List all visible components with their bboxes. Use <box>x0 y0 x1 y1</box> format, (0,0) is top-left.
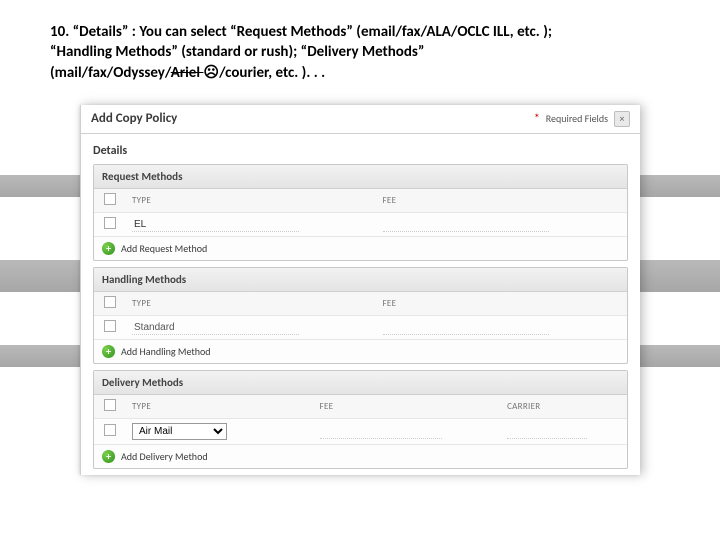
add-label: Add Request Method <box>121 242 207 255</box>
row-checkbox[interactable] <box>104 320 116 332</box>
fee-input[interactable] <box>320 425 443 439</box>
row-checkbox[interactable] <box>104 424 116 436</box>
plus-icon: + <box>102 345 115 358</box>
caption-num: 10. <box>50 23 69 41</box>
plus-icon: + <box>102 450 115 463</box>
fee-input[interactable] <box>383 218 550 232</box>
required-fields-note: * Required Fields × <box>534 111 630 127</box>
table-header-row: TYPE FEE CARRIER <box>94 395 627 419</box>
add-handling-method-button[interactable]: + Add Handling Method <box>94 340 627 363</box>
details-section-title: Details <box>81 134 640 164</box>
close-icon[interactable]: × <box>614 111 630 127</box>
table-row: Air Mail <box>94 419 627 445</box>
caption-emoticon: ☹ <box>203 64 219 82</box>
handling-methods-header: Handling Methods <box>94 268 627 292</box>
col-type: TYPE <box>126 294 377 313</box>
col-type: TYPE <box>126 397 314 416</box>
request-methods-panel: Request Methods TYPE FEE + Add Request M… <box>93 164 628 261</box>
type-input[interactable] <box>132 218 299 232</box>
table-header-row: TYPE FEE <box>94 292 627 316</box>
delivery-methods-header: Delivery Methods <box>94 371 627 395</box>
table-row <box>94 213 627 237</box>
col-fee: FEE <box>314 397 502 416</box>
instruction-caption: 10. “Details” : You can select “Request … <box>0 0 720 83</box>
caption-line-c1: (mail/fax/Odyssey/ <box>50 64 171 82</box>
caption-lead: “Details” : <box>73 23 136 41</box>
type-input[interactable] <box>132 321 299 335</box>
table-row <box>94 316 627 340</box>
required-text: Required Fields <box>546 112 608 125</box>
caption-line-b: “Handling Methods” (standard or rush); “… <box>50 43 424 61</box>
caption-line-a: You can select “Request Methods” (email/… <box>139 23 552 41</box>
add-request-method-button[interactable]: + Add Request Method <box>94 237 627 260</box>
plus-icon: + <box>102 242 115 255</box>
add-label: Add Delivery Method <box>121 450 208 463</box>
select-all-checkbox[interactable] <box>104 399 116 411</box>
col-fee: FEE <box>377 191 628 210</box>
row-checkbox[interactable] <box>104 217 116 229</box>
modal-panel: Add Copy Policy * Required Fields × Deta… <box>80 105 640 475</box>
required-star-icon: * <box>534 112 540 126</box>
caption-line-c2: /courier, etc. ). . . <box>219 64 325 82</box>
carrier-input[interactable] <box>507 425 587 439</box>
modal-header: Add Copy Policy * Required Fields × <box>81 105 640 134</box>
select-all-checkbox[interactable] <box>104 296 116 308</box>
type-select[interactable]: Air Mail <box>132 423 227 440</box>
col-fee: FEE <box>377 294 628 313</box>
table-header-row: TYPE FEE <box>94 189 627 213</box>
col-carrier: CARRIER <box>501 397 627 416</box>
request-methods-header: Request Methods <box>94 165 627 189</box>
screenshot-stage: Add Copy Policy * Required Fields × Deta… <box>80 105 640 485</box>
add-label: Add Handling Method <box>121 345 211 358</box>
select-all-checkbox[interactable] <box>104 193 116 205</box>
caption-strike: Ariel <box>171 64 204 82</box>
col-type: TYPE <box>126 191 377 210</box>
add-delivery-method-button[interactable]: + Add Delivery Method <box>94 445 627 468</box>
modal-title: Add Copy Policy <box>91 111 177 126</box>
handling-methods-panel: Handling Methods TYPE FEE + Add Handling… <box>93 267 628 364</box>
fee-input[interactable] <box>383 321 550 335</box>
delivery-methods-panel: Delivery Methods TYPE FEE CARRIER Air Ma… <box>93 370 628 469</box>
